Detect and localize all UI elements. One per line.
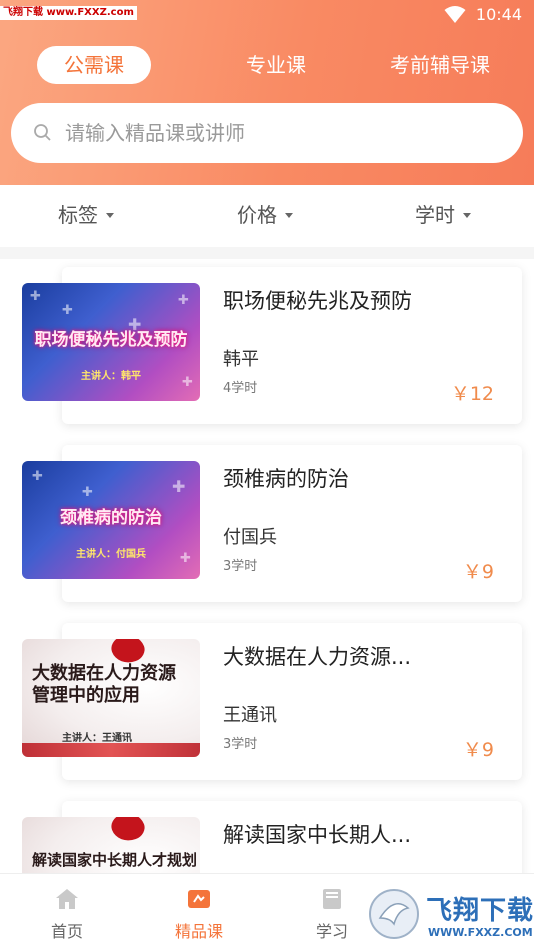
nav-home[interactable]: 首页	[22, 874, 112, 950]
course-title[interactable]: 解读国家中长期人...	[223, 819, 493, 849]
course-list: ✚ ✚ ✚ ✚ ✚ 职场便秘先兆及预防 主讲人：韩平 职场便秘先兆及预防 韩平 …	[0, 259, 534, 873]
clock: 10:44	[475, 5, 522, 24]
course-teacher: 王通讯	[223, 705, 277, 726]
filter-bar: 标签 价格 学时	[0, 195, 534, 235]
filter-tag-label: 标签	[58, 203, 98, 227]
section-divider	[0, 247, 534, 259]
tab-professional-course[interactable]: 专业课	[226, 46, 326, 84]
caret-down-icon	[463, 212, 471, 218]
course-title[interactable]: 职场便秘先兆及预防	[223, 285, 493, 315]
course-title[interactable]: 大数据在人力资源...	[223, 641, 493, 671]
course-thumbnail[interactable]: 解读国家中长期人才规划	[22, 817, 200, 873]
tab-public-course[interactable]: 公需课	[37, 46, 151, 84]
search-input[interactable]	[65, 113, 505, 153]
nav-quality-course-label: 精品课	[174, 922, 223, 941]
home-icon	[56, 889, 78, 909]
brand-logo-icon	[369, 889, 419, 939]
header-banner: 飞翔下载 www.FXXZ.com 10:44 公需课 专业课 考前辅导课	[0, 0, 534, 185]
thumbnail-speaker: 主讲人：付国兵	[76, 549, 146, 560]
course-price: ￥12	[450, 383, 494, 405]
brand-name: 飞翔下载	[426, 896, 534, 926]
brand-watermark: 飞翔下载 WWW.FXXZ.COM	[366, 884, 534, 946]
watermark-text: 飞翔下载 www.FXXZ.com	[0, 6, 137, 20]
course-title[interactable]: 颈椎病的防治	[223, 463, 493, 493]
nav-quality-course[interactable]: 精品课	[154, 874, 244, 950]
caret-down-icon	[106, 212, 114, 218]
search-bar	[11, 103, 523, 163]
course-thumbnail[interactable]: ✚ ✚ ✚ ✚ ✚ 职场便秘先兆及预防 主讲人：韩平	[22, 283, 200, 401]
brand-url: WWW.FXXZ.COM	[428, 926, 533, 939]
quality-course-icon	[188, 890, 210, 908]
course-hours: 3学时	[223, 559, 258, 574]
thumbnail-title: 解读国家中长期人才规划	[32, 851, 198, 869]
nav-study-label: 学习	[315, 922, 348, 941]
caret-down-icon	[285, 212, 293, 218]
status-bar: 飞翔下载 www.FXXZ.com 10:44	[0, 0, 534, 30]
search-icon	[34, 124, 51, 141]
course-price: ￥9	[462, 739, 494, 761]
thumbnail-title: 大数据在人力资源 管理中的应用	[32, 663, 176, 706]
course-teacher: 韩平	[223, 349, 259, 370]
tab-exam-prep-course[interactable]: 考前辅导课	[375, 46, 505, 84]
filter-hours[interactable]: 学时	[415, 195, 471, 235]
book-icon	[323, 889, 341, 909]
wifi-icon	[444, 5, 466, 23]
filter-price[interactable]: 价格	[237, 195, 293, 235]
thumbnail-title: 颈椎病的防治	[60, 508, 162, 528]
nav-study[interactable]: 学习	[287, 874, 377, 950]
course-thumbnail[interactable]: 大数据在人力资源 管理中的应用 主讲人：王通讯	[22, 639, 200, 757]
course-thumbnail[interactable]: ✚ ✚ ✚ ✚ 颈椎病的防治 主讲人：付国兵	[22, 461, 200, 579]
course-hours: 4学时	[223, 381, 258, 396]
filter-price-label: 价格	[237, 203, 277, 227]
course-type-tabs: 公需课 专业课 考前辅导课	[0, 46, 534, 86]
thumbnail-title: 职场便秘先兆及预防	[34, 330, 188, 350]
filter-tag[interactable]: 标签	[58, 195, 114, 235]
filter-hours-label: 学时	[415, 203, 455, 227]
thumbnail-speaker: 主讲人：王通讯	[62, 733, 132, 744]
nav-home-label: 首页	[50, 922, 83, 941]
thumbnail-speaker: 主讲人：韩平	[81, 371, 141, 382]
course-price: ￥9	[462, 561, 494, 583]
course-teacher: 付国兵	[223, 527, 277, 548]
course-hours: 3学时	[223, 737, 258, 752]
